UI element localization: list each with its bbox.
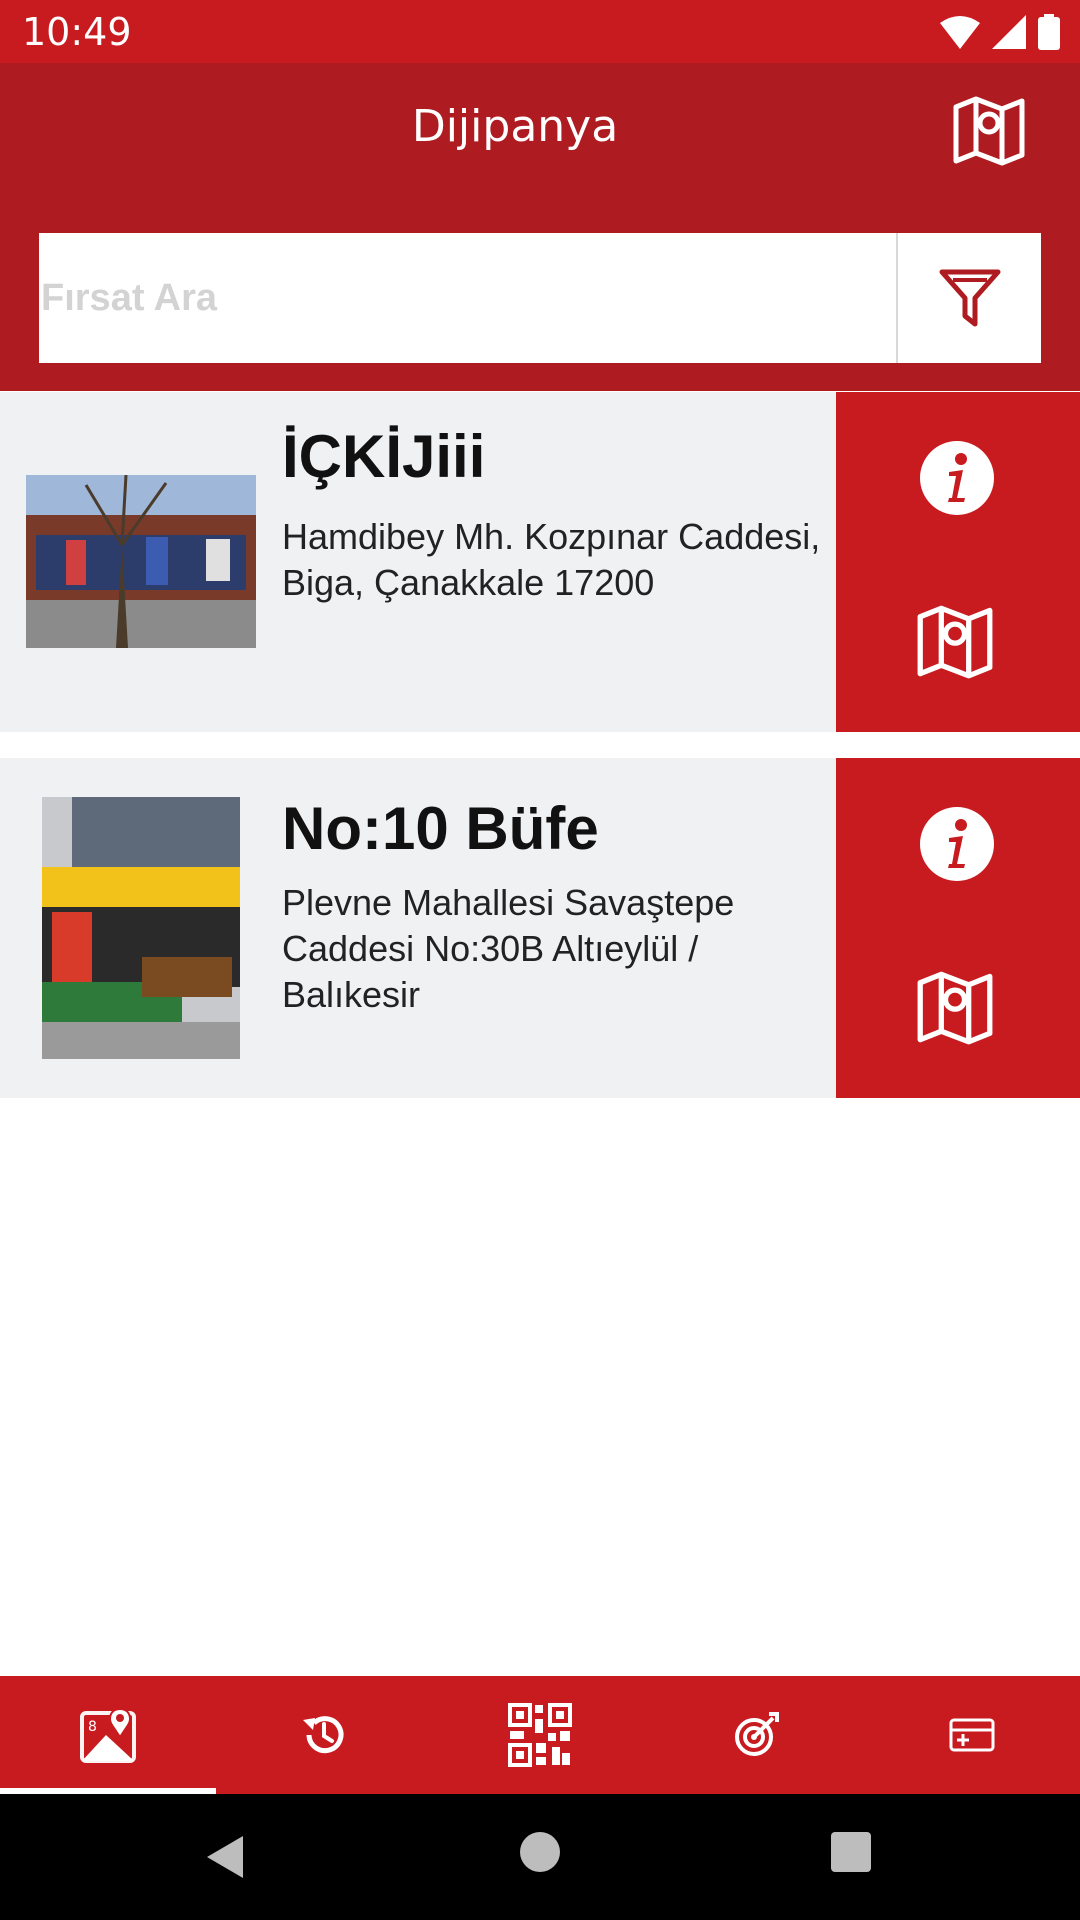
info-button[interactable] xyxy=(919,440,995,516)
place-actions xyxy=(836,758,1080,1098)
tab-history[interactable] xyxy=(216,1676,432,1794)
tab-nearby-map[interactable]: 8 xyxy=(0,1676,216,1794)
card-icon xyxy=(949,1718,995,1752)
place-actions xyxy=(836,392,1080,732)
filter-button[interactable] xyxy=(896,233,1041,363)
show-on-map-button[interactable] xyxy=(916,968,994,1046)
wifi-icon xyxy=(940,16,980,49)
battery-icon xyxy=(1038,14,1060,50)
screen: 10:49 Dijipanya Fırsat Ara İÇKİJiii Hamd… xyxy=(0,0,1080,1920)
list-item[interactable]: İÇKİJiii Hamdibey Mh. Kozpınar Caddesi, … xyxy=(0,392,1080,732)
app-title: Dijipanya xyxy=(411,101,619,152)
info-icon xyxy=(920,441,994,515)
info-icon xyxy=(920,807,994,881)
target-icon xyxy=(735,1712,779,1756)
list-item[interactable]: No:10 Büfe Plevne Mahallesi Savaştepe Ca… xyxy=(0,758,1080,1098)
map-icon xyxy=(953,96,1025,166)
bottom-navigation: 8 xyxy=(0,1676,1080,1794)
status-icons xyxy=(940,14,1060,50)
svg-text:8: 8 xyxy=(88,1719,97,1735)
home-button[interactable] xyxy=(520,1832,560,1872)
place-title: İÇKİJiii xyxy=(282,423,486,490)
cellular-signal-icon xyxy=(992,15,1026,49)
place-address: Plevne Mahallesi Savaştepe Caddesi No:30… xyxy=(282,882,735,1015)
tab-targets[interactable] xyxy=(648,1676,864,1794)
map-icon xyxy=(917,605,993,679)
place-thumbnail xyxy=(26,475,256,648)
recent-apps-button[interactable] xyxy=(831,1832,871,1872)
search-box xyxy=(39,233,1041,363)
status-bar: 10:49 xyxy=(0,0,1080,63)
back-icon[interactable] xyxy=(205,1834,245,1880)
show-on-map-button[interactable] xyxy=(916,602,994,680)
search-input[interactable] xyxy=(39,233,896,363)
app-bar: Dijipanya xyxy=(0,63,1080,391)
map-icon xyxy=(917,971,993,1045)
place-title: No:10 Büfe xyxy=(282,795,599,862)
map-pin-icon: 8 xyxy=(80,1707,136,1763)
system-navigation-bar xyxy=(0,1794,1080,1920)
status-time: 10:49 xyxy=(22,10,132,54)
qr-code-icon xyxy=(508,1703,572,1767)
history-icon xyxy=(303,1716,344,1754)
map-view-button[interactable] xyxy=(952,93,1026,167)
place-thumbnail xyxy=(42,797,240,1059)
tab-qr-scan[interactable] xyxy=(432,1676,648,1794)
place-address: Hamdibey Mh. Kozpınar Caddesi, Biga, Çan… xyxy=(282,516,821,603)
tab-cards[interactable] xyxy=(864,1676,1080,1794)
info-button[interactable] xyxy=(919,806,995,882)
filter-icon xyxy=(939,269,1000,327)
